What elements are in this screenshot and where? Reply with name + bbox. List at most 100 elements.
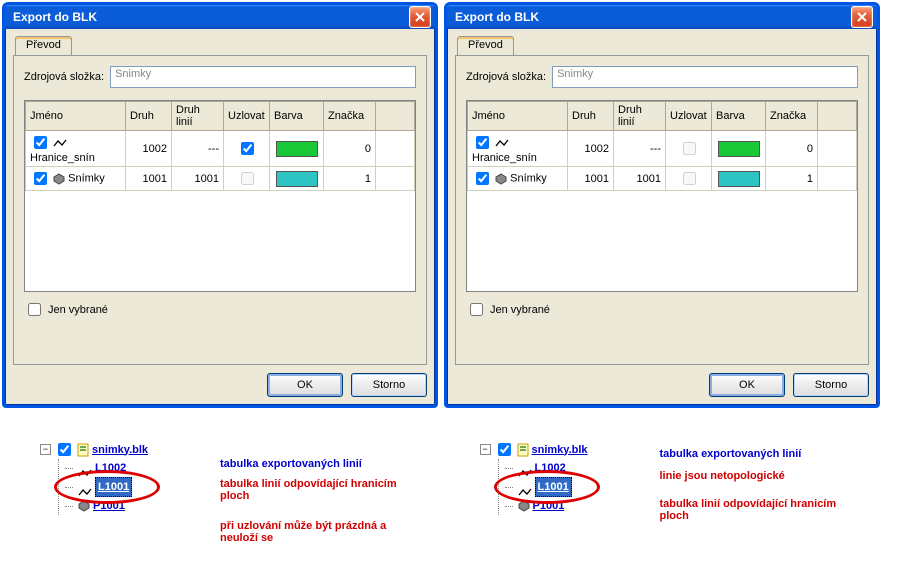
polygon-icon: [518, 500, 530, 512]
row-linetype: ---: [172, 131, 224, 167]
polygon-icon: [53, 173, 65, 185]
row-linetype: 1001: [172, 167, 224, 191]
close-button[interactable]: [409, 6, 431, 28]
annotation-section: − snimky.blk L1002 L1001 P1001 tabulka e…: [0, 410, 919, 535]
source-field[interactable]: Snimky: [552, 66, 858, 88]
dialog-buttons: OK Storno: [455, 373, 869, 397]
tree-item-link[interactable]: P1001: [93, 497, 125, 515]
row-color-swatch[interactable]: [276, 141, 318, 157]
tree-root-label[interactable]: snimky.blk: [92, 441, 148, 459]
col-node[interactable]: Uzlovat: [666, 102, 712, 131]
col-mark[interactable]: Značka: [324, 102, 376, 131]
row-checkbox[interactable]: [34, 136, 47, 149]
polyline-icon: [518, 483, 532, 491]
dialogs-row: Export do BLK Převod Zdrojová složka: Sn…: [0, 0, 919, 410]
blk-file-icon: [77, 443, 89, 457]
row-linetype: 1001: [614, 167, 666, 191]
row-color-swatch[interactable]: [718, 171, 760, 187]
tree-block-right: − snimky.blk L1002 L1001 P1001 tabulka e…: [480, 440, 880, 515]
tree-root-checkbox[interactable]: [58, 443, 71, 456]
close-icon: [857, 12, 867, 22]
col-kind[interactable]: Druh: [568, 102, 614, 131]
source-label: Zdrojová složka:: [24, 71, 104, 83]
ok-button[interactable]: OK: [267, 373, 343, 397]
close-icon: [415, 12, 425, 22]
tab-prevod[interactable]: Převod: [15, 36, 72, 56]
polyline-icon: [53, 136, 67, 144]
collapse-icon[interactable]: −: [480, 444, 491, 455]
cancel-button[interactable]: Storno: [351, 373, 427, 397]
row-mark: 0: [766, 131, 818, 167]
col-filler: [376, 102, 415, 131]
row-kind: 1002: [126, 131, 172, 167]
col-mark[interactable]: Značka: [766, 102, 818, 131]
source-row: Zdrojová složka: Snimky: [24, 66, 416, 88]
layer-grid[interactable]: Jméno Druh Druh linií Uzlovat Barva Znač…: [24, 100, 416, 292]
export-dialog-right: Export do BLK Převod Zdrojová složka: Sn…: [444, 2, 880, 408]
row-node-checkbox[interactable]: [241, 142, 254, 155]
col-name[interactable]: Jméno: [26, 102, 126, 131]
polyline-icon: [78, 464, 92, 472]
table-row[interactable]: Hranice_snín1002---0: [468, 131, 857, 167]
row-node-checkbox[interactable]: [241, 172, 254, 185]
only-selected-checkbox[interactable]: [28, 303, 41, 316]
tabstrip: Převod: [455, 35, 869, 55]
tree-item-link[interactable]: P1001: [533, 497, 565, 515]
tree-root-label[interactable]: snimky.blk: [532, 441, 588, 459]
col-kind[interactable]: Druh: [126, 102, 172, 131]
row-linetype: ---: [614, 131, 666, 167]
tabstrip: Převod: [13, 35, 427, 55]
col-filler: [818, 102, 857, 131]
row-node-checkbox[interactable]: [683, 172, 696, 185]
titlebar[interactable]: Export do BLK: [447, 5, 877, 29]
only-selected-row: Jen vybrané: [24, 300, 416, 319]
col-linetype[interactable]: Druh linií: [172, 102, 224, 131]
only-selected-checkbox[interactable]: [470, 303, 483, 316]
row-checkbox[interactable]: [476, 136, 489, 149]
row-name: Hranice_snín: [30, 152, 95, 164]
source-label: Zdrojová složka:: [466, 71, 546, 83]
tree-item-link[interactable]: L1002: [535, 459, 566, 477]
row-name: Snímky: [68, 172, 105, 184]
ok-button[interactable]: OK: [709, 373, 785, 397]
table-row[interactable]: Snímky100110011: [468, 167, 857, 191]
row-mark: 1: [766, 167, 818, 191]
tree-item-link[interactable]: L1001: [95, 477, 132, 497]
export-dialog-left: Export do BLK Převod Zdrojová složka: Sn…: [2, 2, 438, 408]
grid-header: Jméno Druh Druh linií Uzlovat Barva Znač…: [468, 102, 857, 131]
annot-red-1: linie jsou netopologické: [660, 470, 860, 482]
collapse-icon[interactable]: −: [40, 444, 51, 455]
row-node-checkbox[interactable]: [683, 142, 696, 155]
tab-prevod[interactable]: Převod: [457, 36, 514, 56]
grid-header: Jméno Druh Druh linií Uzlovat Barva Znač…: [26, 102, 415, 131]
row-color-swatch[interactable]: [718, 141, 760, 157]
tree-item-link[interactable]: L1001: [535, 477, 572, 497]
row-name: Hranice_snín: [472, 152, 537, 164]
table-row[interactable]: Hranice_snín 1002--- 0: [26, 131, 415, 167]
col-color[interactable]: Barva: [270, 102, 324, 131]
layer-grid[interactable]: Jméno Druh Druh linií Uzlovat Barva Znač…: [466, 100, 858, 292]
tree-root[interactable]: − snimky.blk: [40, 440, 440, 459]
row-color-swatch[interactable]: [276, 171, 318, 187]
row-checkbox[interactable]: [34, 172, 47, 185]
row-mark: 1: [324, 167, 376, 191]
source-row: Zdrojová složka: Snimky: [466, 66, 858, 88]
row-checkbox[interactable]: [476, 172, 489, 185]
col-node[interactable]: Uzlovat: [224, 102, 270, 131]
tree-root-checkbox[interactable]: [498, 443, 511, 456]
annot-blue-1: tabulka exportovaných linií: [220, 458, 420, 470]
window-title: Export do BLK: [13, 10, 409, 24]
table-row[interactable]: Snímky 10011001 1: [26, 167, 415, 191]
source-field[interactable]: Snimky: [110, 66, 416, 88]
col-linetype[interactable]: Druh linií: [614, 102, 666, 131]
titlebar[interactable]: Export do BLK: [5, 5, 435, 29]
col-name[interactable]: Jméno: [468, 102, 568, 131]
col-color[interactable]: Barva: [712, 102, 766, 131]
row-mark: 0: [324, 131, 376, 167]
close-button[interactable]: [851, 6, 873, 28]
cancel-button[interactable]: Storno: [793, 373, 869, 397]
tree-item-link[interactable]: L1002: [95, 459, 126, 477]
row-kind: 1001: [126, 167, 172, 191]
window-title: Export do BLK: [455, 10, 851, 24]
dialog-body: Převod Zdrojová složka: Snimky: [447, 29, 877, 405]
